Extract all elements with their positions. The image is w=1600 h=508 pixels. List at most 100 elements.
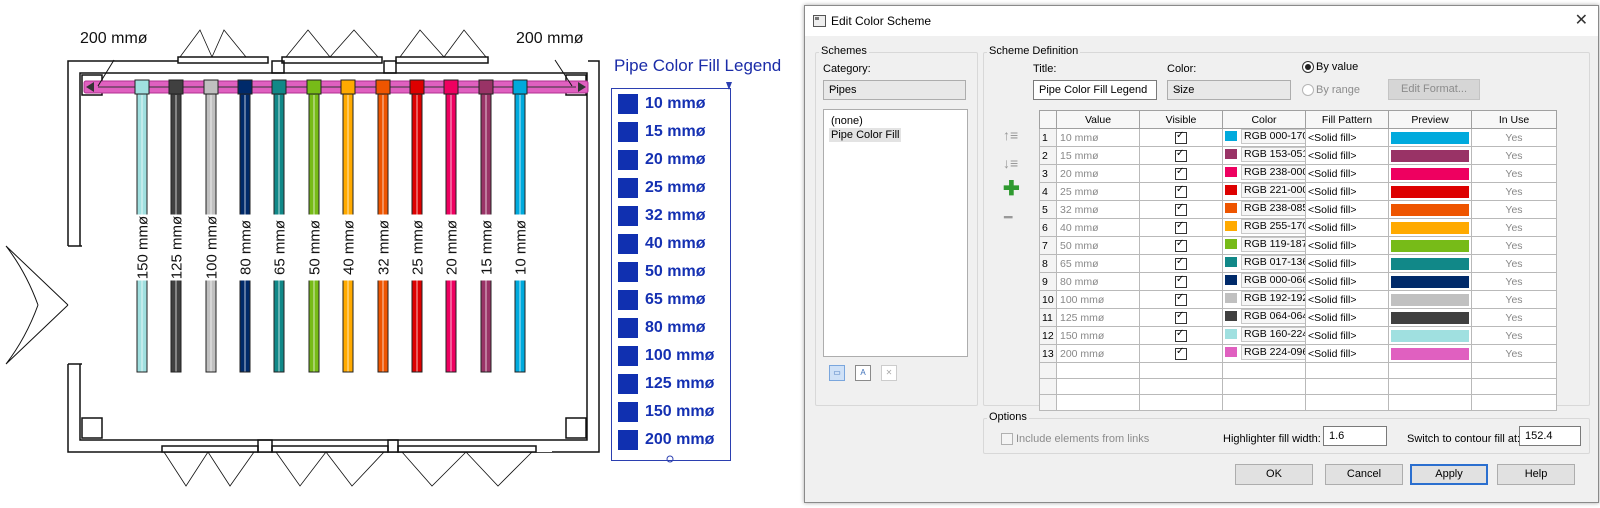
apply-button[interactable]: Apply (1410, 464, 1488, 485)
value-cell[interactable]: 65 mmø (1056, 254, 1140, 273)
scheme-item-none[interactable]: (none) (829, 114, 865, 128)
by-value-radio[interactable] (1302, 61, 1314, 73)
visible-cell[interactable] (1139, 272, 1223, 291)
color-cell[interactable]: RGB 224-096 (1222, 344, 1306, 363)
value-cell[interactable]: 25 mmø (1056, 182, 1140, 201)
table-row[interactable]: 750 mmø RGB 119-187<Solid fill> Yes (1039, 236, 1557, 255)
value-cell[interactable]: 125 mmø (1056, 308, 1140, 327)
visible-checkbox[interactable] (1175, 130, 1187, 144)
close-icon[interactable]: ✕ (1575, 10, 1588, 30)
by-range-radio[interactable] (1302, 84, 1314, 96)
visible-checkbox[interactable] (1175, 346, 1187, 360)
visible-cell[interactable] (1139, 146, 1223, 165)
highlighter-width-input[interactable]: 1.6 (1323, 426, 1387, 446)
color-cell[interactable]: RGB 221-000 (1222, 182, 1306, 201)
duplicate-scheme-icon[interactable]: ▭ (829, 365, 845, 381)
table-row[interactable]: 10100 mmø RGB 192-192<Solid fill> Yes (1039, 290, 1557, 309)
value-cell[interactable]: 20 mmø (1056, 164, 1140, 183)
table-row[interactable]: 425 mmø RGB 221-000<Solid fill> Yes (1039, 182, 1557, 201)
value-cell[interactable]: 150 mmø (1056, 326, 1140, 345)
column-header-value[interactable]: Value (1056, 110, 1140, 129)
color-value[interactable]: RGB 064-064 (1241, 309, 1305, 324)
table-row[interactable]: 12150 mmø RGB 160-224<Solid fill> Yes (1039, 326, 1557, 345)
fill-pattern-cell[interactable]: <Solid fill> (1305, 218, 1389, 237)
fill-pattern-cell[interactable]: <Solid fill> (1305, 128, 1389, 147)
title-bar[interactable]: Edit Color Scheme ✕ (805, 6, 1598, 36)
fill-pattern-cell[interactable]: <Solid fill> (1305, 308, 1389, 327)
column-header-preview[interactable]: Preview (1388, 110, 1472, 129)
fill-pattern-cell[interactable]: <Solid fill> (1305, 200, 1389, 219)
move-row-down-icon[interactable]: ↓≡ (1003, 155, 1018, 171)
color-value[interactable]: RGB 238-000 (1241, 165, 1305, 180)
scheme-item-pipe-color-fill[interactable]: Pipe Color Fill (829, 128, 902, 142)
color-value[interactable]: RGB 017-136 (1241, 255, 1305, 270)
value-cell[interactable]: 50 mmø (1056, 236, 1140, 255)
visible-cell[interactable] (1139, 200, 1223, 219)
visible-checkbox[interactable] (1175, 310, 1187, 324)
color-value[interactable]: RGB 238-085 (1241, 201, 1305, 216)
visible-cell[interactable] (1139, 128, 1223, 147)
column-header-color[interactable]: Color (1222, 110, 1306, 129)
value-cell[interactable]: 32 mmø (1056, 200, 1140, 219)
move-row-up-icon[interactable]: ↑≡ (1003, 127, 1018, 143)
column-header-visible[interactable]: Visible (1139, 110, 1223, 129)
ok-button[interactable]: OK (1235, 464, 1313, 485)
include-links-checkbox[interactable] (1001, 433, 1013, 445)
fill-pattern-cell[interactable]: <Solid fill> (1305, 254, 1389, 273)
visible-cell[interactable] (1139, 218, 1223, 237)
fill-pattern-cell[interactable]: <Solid fill> (1305, 182, 1389, 201)
add-value-icon[interactable]: ✚ (1003, 176, 1020, 201)
color-value[interactable]: RGB 160-224 (1241, 327, 1305, 342)
value-cell[interactable]: 40 mmø (1056, 218, 1140, 237)
visible-cell[interactable] (1139, 182, 1223, 201)
rename-scheme-icon[interactable]: A (855, 365, 871, 381)
table-row[interactable]: 215 mmø RGB 153-051<Solid fill> Yes (1039, 146, 1557, 165)
scheme-list[interactable]: (none) Pipe Color Fill (823, 109, 968, 357)
visible-checkbox[interactable] (1175, 238, 1187, 252)
color-value[interactable]: RGB 153-051 (1241, 147, 1305, 162)
visible-cell[interactable] (1139, 290, 1223, 309)
fill-pattern-cell[interactable]: <Solid fill> (1305, 236, 1389, 255)
table-row[interactable]: 13200 mmø RGB 224-096<Solid fill> Yes (1039, 344, 1557, 363)
color-cell[interactable]: RGB 255-170 (1222, 218, 1306, 237)
value-cell[interactable]: 10 mmø (1056, 128, 1140, 147)
visible-cell[interactable] (1139, 254, 1223, 273)
visible-checkbox[interactable] (1175, 202, 1187, 216)
delete-scheme-icon[interactable]: ✕ (881, 365, 897, 381)
fill-pattern-cell[interactable]: <Solid fill> (1305, 290, 1389, 309)
color-value[interactable]: RGB 119-187 (1241, 237, 1305, 252)
color-cell[interactable]: RGB 017-136 (1222, 254, 1306, 273)
fill-pattern-cell[interactable]: <Solid fill> (1305, 164, 1389, 183)
help-button[interactable]: Help (1497, 464, 1575, 485)
table-row[interactable]: 320 mmø RGB 238-000<Solid fill> Yes (1039, 164, 1557, 183)
visible-checkbox[interactable] (1175, 274, 1187, 288)
visible-cell[interactable] (1139, 164, 1223, 183)
value-cell[interactable]: 200 mmø (1056, 344, 1140, 363)
fill-pattern-cell[interactable]: <Solid fill> (1305, 344, 1389, 363)
cancel-button[interactable]: Cancel (1325, 464, 1403, 485)
table-row[interactable]: 865 mmø RGB 017-136<Solid fill> Yes (1039, 254, 1557, 273)
visible-checkbox[interactable] (1175, 148, 1187, 162)
table-row[interactable]: 980 mmø RGB 000-066<Solid fill> Yes (1039, 272, 1557, 291)
color-value[interactable]: RGB 221-000 (1241, 183, 1305, 198)
visible-cell[interactable] (1139, 326, 1223, 345)
color-cell[interactable]: RGB 238-085 (1222, 200, 1306, 219)
color-select[interactable]: Size ⌵ (1167, 80, 1291, 100)
title-input[interactable]: Pipe Color Fill Legend (1033, 80, 1157, 100)
color-value[interactable]: RGB 000-066 (1241, 273, 1305, 288)
remove-value-icon[interactable]: ━ (1004, 209, 1012, 226)
fill-pattern-cell[interactable]: <Solid fill> (1305, 146, 1389, 165)
value-cell[interactable]: 100 mmø (1056, 290, 1140, 309)
column-header-fill-pattern[interactable]: Fill Pattern (1305, 110, 1389, 129)
value-cell[interactable]: 80 mmø (1056, 272, 1140, 291)
visible-checkbox[interactable] (1175, 166, 1187, 180)
visible-checkbox[interactable] (1175, 220, 1187, 234)
color-cell[interactable]: RGB 119-187 (1222, 236, 1306, 255)
visible-checkbox[interactable] (1175, 184, 1187, 198)
visible-cell[interactable] (1139, 236, 1223, 255)
color-cell[interactable]: RGB 160-224 (1222, 326, 1306, 345)
edit-format-button[interactable]: Edit Format... (1388, 79, 1480, 100)
color-cell[interactable]: RGB 000-170 (1222, 128, 1306, 147)
visible-cell[interactable] (1139, 344, 1223, 363)
color-value[interactable]: RGB 192-192 (1241, 291, 1305, 306)
